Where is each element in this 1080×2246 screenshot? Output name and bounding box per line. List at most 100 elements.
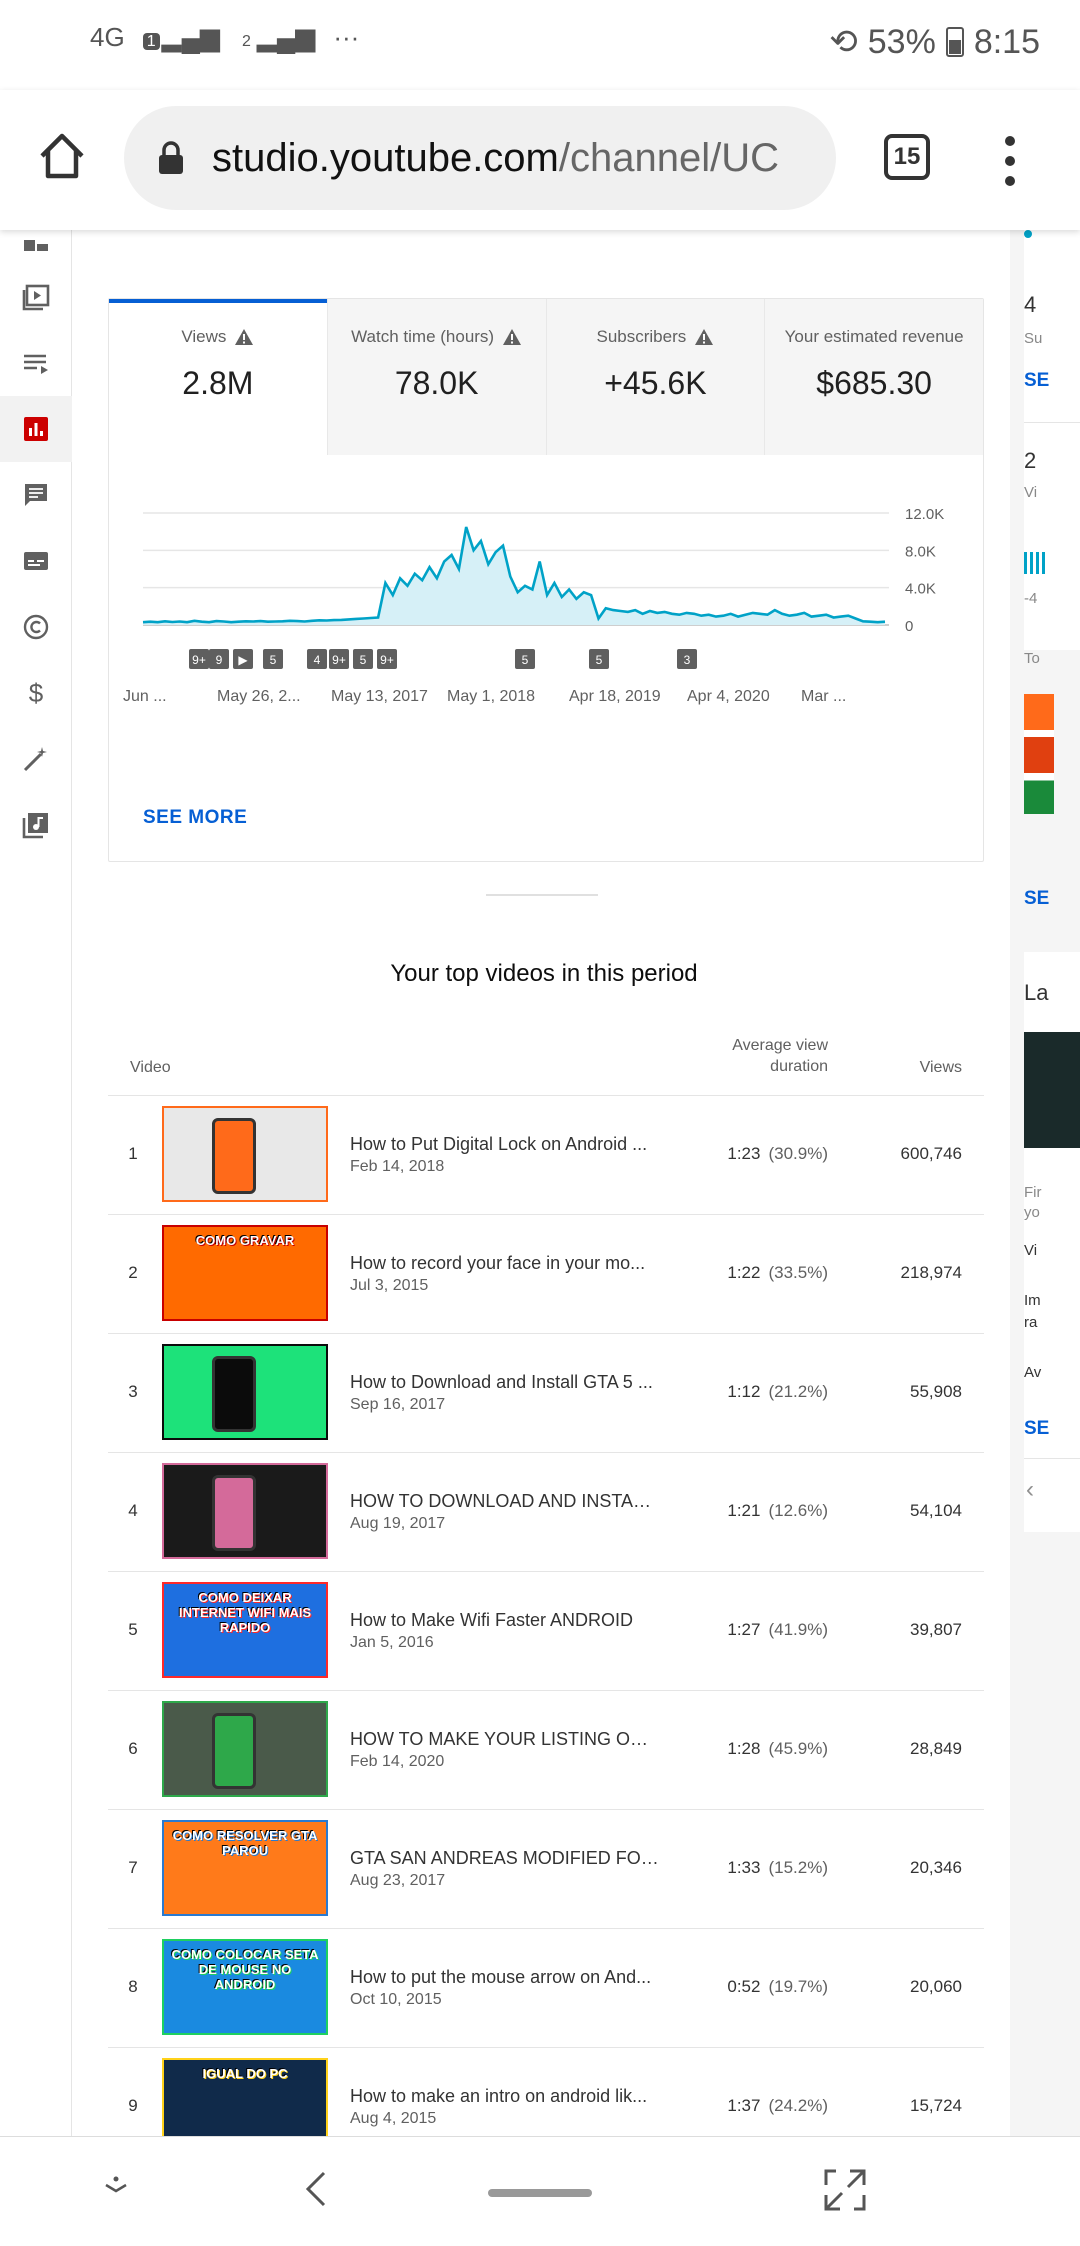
address-bar[interactable]: studio.youtube.com/channel/UC (124, 106, 836, 210)
marker-label: ▶ (238, 653, 248, 667)
card-text: ra (1024, 1314, 1038, 1331)
video-thumbnail[interactable]: COMO GRAVAR (162, 1225, 328, 1321)
x-tick-label: Apr 18, 2019 (569, 688, 661, 705)
annotation-marker[interactable]: 5 (353, 649, 373, 669)
table-row[interactable]: 2 COMO GRAVAR How to record your face in y… (108, 1215, 984, 1334)
marker-label: 5 (360, 653, 367, 667)
see-more-link[interactable]: SEE MORE (143, 807, 247, 829)
metric-label: Subscribers (596, 327, 687, 346)
nav-customization[interactable] (0, 726, 72, 792)
video-title[interactable]: How to make an intro on android lik... (350, 2086, 660, 2107)
views-chart: 12.0K 8.0K 4.0K 0 9+ 9 ▶ 5 4 9+ 5 9+ 5 5 3 Jun ... May… (109, 455, 985, 785)
video-thumbnail[interactable] (162, 1344, 328, 1440)
back-icon[interactable] (296, 2167, 336, 2211)
metric-tabs: Views 2.8M Watch time (hours) 78.0K Subs… (109, 299, 983, 455)
video-thumbnail[interactable]: COMO DEIXAR INTERNET WIFI MAIS RAPIDO (162, 1582, 328, 1678)
duration-value: 1:23 (727, 1144, 761, 1163)
see-link[interactable]: SE (1024, 370, 1049, 392)
analytics-main: Views 2.8M Watch time (hours) 78.0K Subs… (72, 230, 1010, 2136)
nav-comments[interactable] (0, 462, 72, 528)
studio-nav-rail: $ (0, 230, 72, 2136)
annotation-marker[interactable]: 3 (677, 649, 697, 669)
nav-subtitles[interactable] (0, 528, 72, 594)
table-row[interactable]: 6 HOW TO MAKE YOUR LISTING ONLI... Feb 14,… (108, 1691, 984, 1810)
metric-tab-subscribers[interactable]: Subscribers +45.6K (546, 299, 766, 455)
video-rank: 4 (128, 1501, 138, 1520)
top-videos-title: Your top videos in this period (390, 960, 698, 987)
menu-dot (1005, 136, 1015, 146)
video-views: 28,849 (910, 1739, 962, 1758)
annotation-marker[interactable]: 4 (307, 649, 327, 669)
summary-value: 2 (1024, 448, 1037, 473)
chevron-left-icon[interactable]: ‹ (1026, 1476, 1034, 1504)
table-row[interactable]: 3 How to Download and Install GTA 5 ... Se… (108, 1334, 984, 1453)
home-gesture-pill[interactable] (488, 2189, 592, 2197)
video-title[interactable]: How to Put Digital Lock on Android ... (350, 1134, 660, 1155)
video-thumbnail[interactable] (162, 1463, 328, 1559)
table-header: Video Average view duration Views (108, 1030, 984, 1096)
y-tick-label: 0 (905, 618, 913, 635)
see-link[interactable]: SE (1024, 888, 1049, 910)
browser-menu-button[interactable] (1000, 136, 1020, 186)
video-thumbnail[interactable] (162, 1701, 328, 1797)
video-views: 15,724 (910, 2096, 962, 2115)
video-title[interactable]: How to put the mouse arrow on And... (350, 1967, 660, 1988)
table-row[interactable]: 4 HOW TO DOWNLOAD AND INSTALL... Aug 19, 2… (108, 1453, 984, 1572)
table-row[interactable]: 5 COMO DEIXAR INTERNET WIFI MAIS RAPIDO Ho… (108, 1572, 984, 1691)
annotation-marker[interactable]: 5 (263, 649, 283, 669)
video-title[interactable]: HOW TO MAKE YOUR LISTING ONLI... (350, 1729, 660, 1750)
video-title[interactable]: How to record your face in your mo... (350, 1253, 660, 1274)
video-date: Feb 14, 2020 (350, 1753, 445, 1770)
sim1-signal: 1 ▂▄▆ (142, 22, 220, 53)
marker-label: 5 (522, 653, 529, 667)
table-row[interactable]: 9 IGUAL DO PC How to make an intro on andr… (108, 2048, 984, 2136)
latest-video-thumbnail[interactable] (1024, 1032, 1080, 1148)
home-icon[interactable] (36, 130, 88, 182)
nav-audio-library[interactable] (0, 792, 72, 858)
table-row[interactable]: 7 COMO RESOLVER GTA PAROU GTA SAN ANDREAS … (108, 1810, 984, 1929)
nav-content[interactable] (0, 264, 72, 330)
video-date: Oct 10, 2015 (350, 1991, 442, 2008)
video-title[interactable]: GTA SAN ANDREAS MODIFIED FOR ... (350, 1848, 660, 1869)
expand-icon[interactable] (822, 2167, 868, 2213)
video-title[interactable]: HOW TO DOWNLOAD AND INSTALL... (350, 1491, 660, 1512)
nav-analytics[interactable] (0, 396, 72, 462)
video-rank: 7 (128, 1858, 138, 1877)
keyboard-hide-icon[interactable] (96, 2167, 136, 2207)
annotation-marker[interactable]: 5 (589, 649, 609, 669)
annotation-marker[interactable]: 9+ (329, 649, 349, 669)
annotation-marker[interactable]: 5 (515, 649, 535, 669)
card-gap (1010, 936, 1080, 952)
duration-value: 1:12 (727, 1382, 761, 1401)
metric-tab-watch-time[interactable]: Watch time (hours) 78.0K (327, 299, 547, 455)
annotation-marker[interactable]: 9+ (377, 649, 397, 669)
card-text: Fir (1024, 1184, 1042, 1201)
top-label: To (1024, 650, 1040, 667)
metric-tab-views[interactable]: Views 2.8M (109, 299, 328, 455)
video-thumbnail[interactable]: IGUAL DO PC (162, 2058, 328, 2136)
video-thumbnail[interactable]: COMO COLOCAR SETA DE MOUSE NO ANDROID (162, 1939, 328, 2035)
tab-switcher-button[interactable]: 15 (884, 134, 930, 180)
video-thumbnail[interactable]: COMO RESOLVER GTA PAROU (162, 1820, 328, 1916)
menu-dot (1005, 156, 1015, 166)
video-views: 55,908 (910, 1382, 962, 1401)
nav-monetization[interactable]: $ (0, 660, 72, 726)
video-title[interactable]: How to Make Wifi Faster ANDROID (350, 1610, 660, 1631)
annotation-marker[interactable]: 9 (209, 649, 229, 669)
divider (1024, 422, 1080, 423)
video-rank: 5 (128, 1620, 138, 1639)
annotation-marker[interactable]: 9+ (189, 649, 209, 669)
annotation-marker[interactable]: ▶ (233, 649, 253, 669)
duration-percent: (21.2%) (768, 1382, 828, 1401)
metric-tab-revenue[interactable]: Your estimated revenue $685.30 (765, 299, 983, 455)
nav-copyright[interactable] (0, 594, 72, 660)
video-thumbnail[interactable] (162, 1106, 328, 1202)
video-date: Aug 4, 2015 (350, 2110, 437, 2127)
column-header-views: Views (919, 1059, 962, 1076)
nav-playlists[interactable] (0, 330, 72, 396)
table-row[interactable]: 1 How to Put Digital Lock on Android ... F… (108, 1096, 984, 1215)
video-title[interactable]: How to Download and Install GTA 5 ... (350, 1372, 660, 1393)
table-row[interactable]: 8 COMO COLOCAR SETA DE MOUSE NO ANDROID Ho… (108, 1929, 984, 2048)
thumbnail-caption: COMO DEIXAR INTERNET WIFI MAIS RAPIDO (178, 1590, 312, 1635)
see-link[interactable]: SE (1024, 1418, 1049, 1440)
